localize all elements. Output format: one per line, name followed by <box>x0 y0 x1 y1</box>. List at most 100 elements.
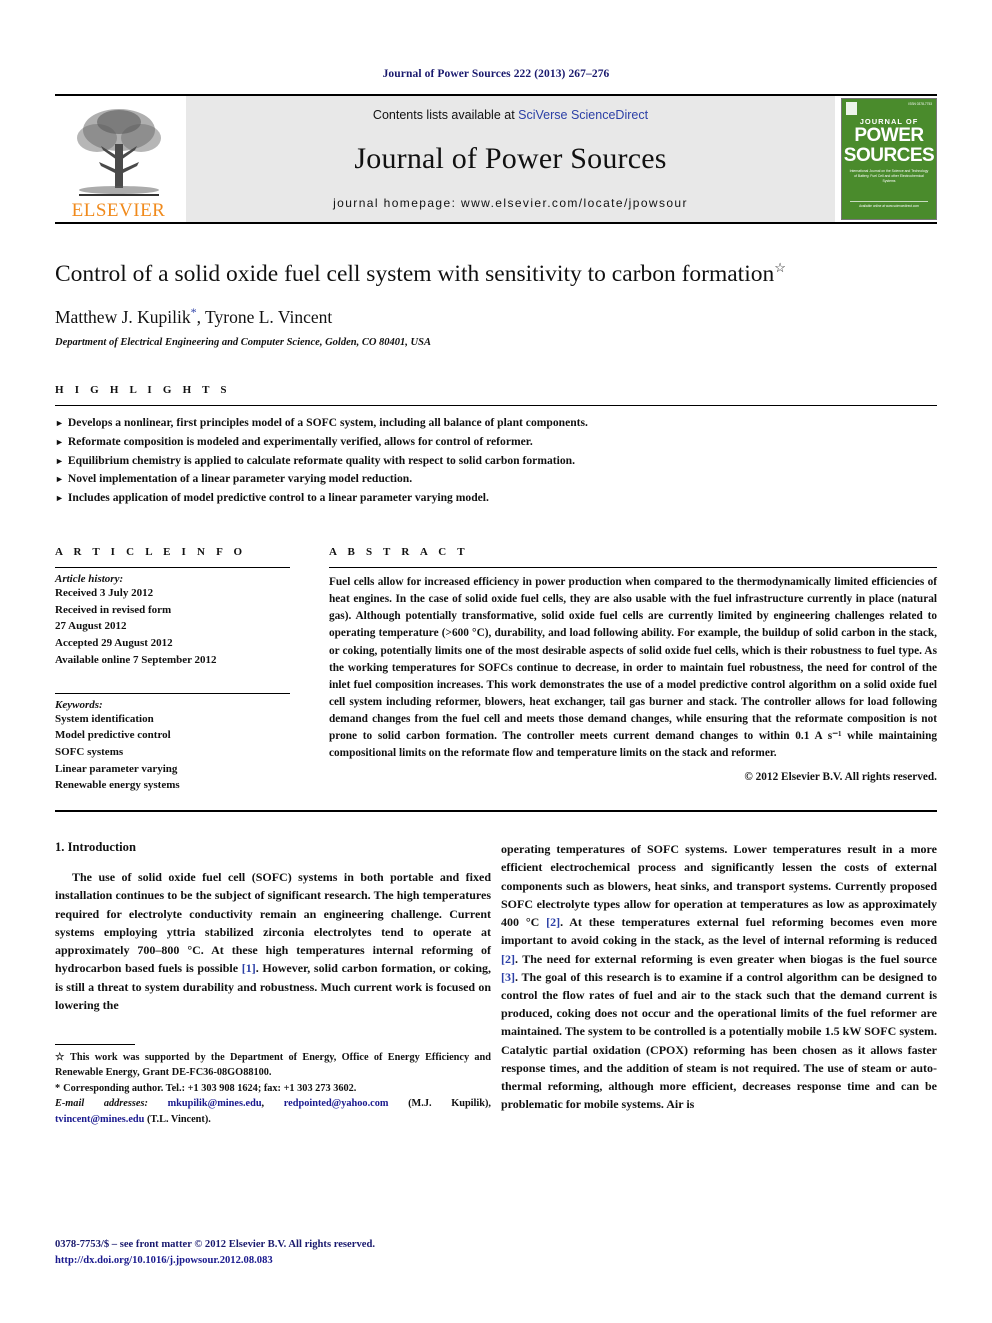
article-title-text: Control of a solid oxide fuel cell syste… <box>55 261 775 287</box>
triangle-bullet-icon: ► <box>55 418 64 429</box>
article-info-column: A R T I C L E I N F O Article history: R… <box>55 546 310 794</box>
triangle-bullet-icon: ► <box>55 474 64 485</box>
highlights-section: H I G H L I G H T S ► Develops a nonlinea… <box>55 384 937 508</box>
article-info-rule <box>55 566 290 568</box>
abstract-bottom-rule <box>55 810 937 813</box>
triangle-bullet-icon: ► <box>55 436 64 447</box>
footer-block: 0378-7753/$ – see front matter © 2012 El… <box>55 1237 515 1268</box>
issn-copyright-line: 0378-7753/$ – see front matter © 2012 El… <box>55 1239 375 1251</box>
highlights-rule <box>55 405 937 407</box>
cover-bottom-note: Available online at www.sciencedirect.co… <box>850 200 928 209</box>
footnote-emails: E-mail addresses: mkupilik@mines.edu, re… <box>55 1098 491 1125</box>
author-primary: Matthew J. Kupilik <box>55 307 191 328</box>
history-item: Accepted 29 August 2012 <box>55 637 173 650</box>
abstract-label: A B S T R A C T <box>329 545 469 558</box>
email-link-2[interactable]: redpointed@yahoo.com <box>284 1098 389 1109</box>
cover-issn: ISSN 0378-7753 <box>908 102 932 106</box>
highlight-text: Reformate composition is modeled and exp… <box>67 434 533 448</box>
triangle-bullet-icon: ► <box>55 493 64 504</box>
footnotes-block: ☆ This work was supported by the Departme… <box>55 1043 491 1127</box>
highlight-text: Novel implementation of a linear paramet… <box>67 472 413 486</box>
abstract-column: A B S T R A C T Fuel cells allow for inc… <box>310 546 937 794</box>
affiliation: Department of Electrical Engineering and… <box>55 337 431 349</box>
article-history-label: Article history: <box>55 572 124 585</box>
abstract-rule <box>329 566 937 568</box>
article-info-label: A R T I C L E I N F O <box>55 545 247 558</box>
intro-paragraph-left: The use of solid oxide fuel cell (SOFC) … <box>55 868 491 1014</box>
footnote-funding-text: This work was supported by the Departmen… <box>55 1051 492 1079</box>
info-abstract-row: A R T I C L E I N F O Article history: R… <box>55 546 937 794</box>
keyword-item: Linear parameter varying <box>55 762 178 775</box>
highlight-text: Includes application of model predictive… <box>67 491 489 505</box>
highlight-text: Equilibrium chemistry is applied to calc… <box>67 453 576 467</box>
citation-ref-2a[interactable]: [2] <box>546 915 560 929</box>
footnote-rule <box>55 1043 135 1045</box>
body-column-right: operating temperatures of SOFC systems. … <box>501 840 937 1127</box>
sciencedirect-link[interactable]: SciVerse ScienceDirect <box>518 108 648 122</box>
list-item: ► Includes application of model predictiv… <box>55 489 937 508</box>
journal-cover-thumbnail: ISSN 0378-7753 JOURNAL OF POWER SOURCES … <box>841 98 937 220</box>
contents-available-line: Contents lists available at SciVerse Sci… <box>373 108 648 122</box>
elsevier-tree-icon <box>76 109 161 196</box>
masthead-bottom-rule <box>55 222 937 224</box>
history-item: Received 3 July 2012 <box>55 586 154 599</box>
footnote-funding: ☆ This work was supported by the Departme… <box>55 1050 491 1081</box>
cover-sources-word: SOURCES <box>843 145 935 166</box>
author-secondary: , Tyrone L. Vincent <box>196 307 333 328</box>
keywords-rule <box>55 692 290 694</box>
citation-ref-1[interactable]: [1] <box>242 961 256 975</box>
keyword-item: Renewable energy systems <box>55 779 180 792</box>
triangle-bullet-icon: ► <box>55 455 64 466</box>
list-item: ► Equilibrium chemistry is applied to cal… <box>55 452 937 471</box>
body-column-left: 1. Introduction The use of solid oxide f… <box>55 840 491 1127</box>
journal-title: Journal of Power Sources <box>354 142 667 175</box>
title-footnote-marker[interactable]: ☆ <box>774 260 786 275</box>
doi-link[interactable]: http://dx.doi.org/10.1016/j.jpowsour.201… <box>55 1253 515 1268</box>
abstract-copyright: © 2012 Elsevier B.V. All rights reserved… <box>744 770 937 783</box>
footnote-star-marker: ☆ <box>55 1051 67 1063</box>
author-list: Matthew J. Kupilik*, Tyrone L. Vincent <box>55 305 937 328</box>
article-page: Journal of Power Sources 222 (2013) 267–… <box>0 0 992 1323</box>
keyword-item: System identification <box>55 712 154 725</box>
highlights-label: H I G H L I G H T S <box>55 384 231 397</box>
history-item: 27 August 2012 <box>55 620 127 633</box>
list-item: ► Develops a nonlinear, first principles … <box>55 414 937 433</box>
list-item: ► Reformate composition is modeled and ex… <box>55 433 937 452</box>
email-owner-2: (T.L. Vincent). <box>146 1113 211 1125</box>
intro-paragraph-right: operating temperatures of SOFC systems. … <box>501 840 937 1114</box>
cover-subtitle: International Journal on the Science and… <box>849 169 929 184</box>
history-item: Received in revised form <box>55 603 172 616</box>
history-item: Available online 7 September 2012 <box>55 653 217 666</box>
contents-prefix: Contents lists available at <box>372 108 519 122</box>
intro-right-d: . The goal of this research is to examin… <box>501 969 937 1112</box>
cover-topbar: ISSN 0378-7753 <box>846 102 932 115</box>
intro-right-c: . The need for external reforming is eve… <box>515 951 937 966</box>
email-owner-1: (M.J. Kupilik) <box>408 1098 489 1110</box>
citation-ref-2b[interactable]: [2] <box>501 952 515 966</box>
journal-masthead: ELSEVIER Contents lists available at Sci… <box>55 94 937 222</box>
intro-right-b: . At these temperatures external fuel re… <box>501 915 938 948</box>
intro-text-a: The use of solid oxide fuel cell (SOFC) … <box>55 870 491 976</box>
journal-homepage[interactable]: journal homepage: www.elsevier.com/locat… <box>333 196 688 210</box>
cover-power-word: POWER <box>854 125 924 146</box>
section-heading-introduction: 1. Introduction <box>55 840 136 855</box>
footnote-corresponding-text: Corresponding author. Tel.: +1 303 908 1… <box>63 1082 357 1094</box>
keyword-item: Model predictive control <box>55 729 171 742</box>
elsevier-wordmark: ELSEVIER <box>71 200 166 221</box>
keywords-label: Keywords: <box>55 698 103 711</box>
abstract-text: Fuel cells allow for increased efficienc… <box>329 575 937 760</box>
running-head: Journal of Power Sources 222 (2013) 267–… <box>382 68 610 80</box>
list-item: ► Novel implementation of a linear parame… <box>55 470 937 489</box>
email-link-1[interactable]: mkupilik@mines.edu <box>168 1098 262 1109</box>
masthead-center: Contents lists available at SciVerse Sci… <box>186 96 835 222</box>
footnote-corresponding: * Corresponding author. Tel.: +1 303 908 … <box>55 1081 491 1096</box>
page-title: Control of a solid oxide fuel cell syste… <box>55 260 937 288</box>
email-addresses-label: E-mail addresses: <box>55 1098 148 1110</box>
footnote-asterisk-marker: * <box>55 1082 61 1094</box>
citation-ref-3[interactable]: [3] <box>501 970 515 984</box>
body-columns: 1. Introduction The use of solid oxide f… <box>55 840 937 1127</box>
email-link-3[interactable]: tvincent@mines.edu <box>55 1114 144 1125</box>
keyword-item: SOFC systems <box>55 745 124 758</box>
highlight-text: Develops a nonlinear, first principles m… <box>67 416 588 430</box>
